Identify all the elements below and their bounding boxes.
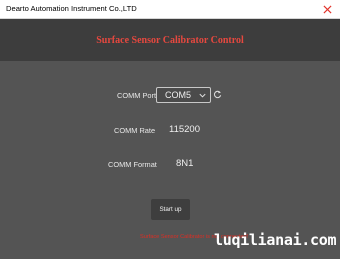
chevron-down-icon xyxy=(199,93,206,98)
app-title: Surface Sensor Calibrator Control xyxy=(96,35,244,46)
close-icon xyxy=(322,4,332,14)
comm-rate-label: COMM Rate xyxy=(114,126,156,135)
comm-port-selected-value: COM5 xyxy=(165,90,192,100)
window-titlebar: Dearto Automation Instrument Co.,LTD xyxy=(0,0,340,19)
comm-format-value: 8N1 xyxy=(176,158,194,169)
comm-port-select[interactable]: COM5 xyxy=(156,87,211,103)
start-up-button[interactable]: Start up xyxy=(151,199,190,220)
app-header: Surface Sensor Calibrator Control xyxy=(0,19,340,61)
refresh-icon[interactable] xyxy=(213,90,222,99)
watermark: luqilianai.com xyxy=(214,231,337,249)
comm-format-label: COMM Format xyxy=(108,160,157,169)
comm-rate-value: 115200 xyxy=(169,124,200,135)
window-title: Dearto Automation Instrument Co.,LTD xyxy=(6,4,137,13)
close-button[interactable] xyxy=(314,0,340,18)
comm-port-label: COMM Port xyxy=(117,91,157,100)
